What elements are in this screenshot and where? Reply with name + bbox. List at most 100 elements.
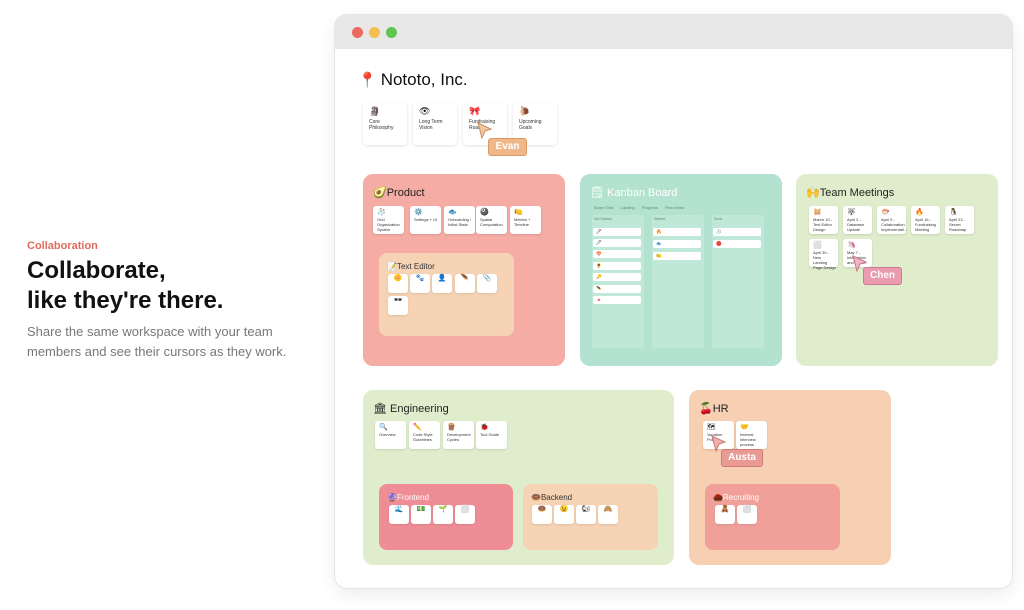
close-window-button[interactable] (352, 27, 363, 38)
section-eyebrow: Collaboration (27, 240, 98, 252)
section-engineering[interactable]: 🏛 Engineering 🔍 Overview ✏️ Code Style Gui… (363, 390, 674, 565)
subsection-title-text: Text Editor (396, 262, 435, 271)
section-kanban-board[interactable]: 🗒 Kanban Board Board Grid Landing Progre… (580, 174, 782, 366)
kanban-item[interactable]: 🍄 (593, 250, 641, 258)
section-hr[interactable]: 🍒HR 🗺 Vacation Policy 🤝 Internal interview… (689, 390, 891, 565)
kanban-column-title: Not Started (594, 217, 612, 221)
kanban-item[interactable]: 🍋 (653, 252, 701, 260)
subsection-recruiting[interactable]: 🌰Recruiting 🧸 ⬜ (705, 484, 840, 550)
note-card-label: Long Term Vision (419, 119, 443, 131)
note-card-label: April 9 - Collaboration Implementati... (881, 217, 908, 232)
mini-card[interactable]: 🐿 (576, 505, 596, 524)
mini-card[interactable]: 😉 (554, 505, 574, 524)
section-title: 🗒 Kanban Board (590, 186, 677, 199)
kanban-tab[interactable]: Plan Ideas (665, 205, 684, 210)
mini-card[interactable]: 💵 (411, 505, 431, 524)
kanban-item[interactable]: 🔥 (653, 228, 701, 236)
note-card-meeting[interactable]: 🔥 April 16 - Fundraising Meeting (911, 206, 940, 234)
zoom-window-button[interactable] (386, 27, 397, 38)
kanban-tab[interactable]: Board Grid (594, 205, 613, 210)
note-card-label: Spatial Computation (480, 217, 503, 227)
mini-card[interactable]: ⬜ (737, 505, 757, 524)
kanban-item[interactable]: 🖊 (593, 239, 641, 247)
subsection-title: 📝Text Editor (387, 262, 435, 271)
section-product[interactable]: 🥑Product 🧦 Grid Organization System ⚙️ Set… (363, 174, 565, 366)
subsection-backend[interactable]: 🍩Backend 🍩 😉 🐿 🙈 (523, 484, 658, 550)
note-card-metrics-timeline[interactable]: 🍋 Metrics + Timeline (510, 206, 541, 234)
mini-card[interactable]: 📎 (477, 274, 497, 293)
subsection-frontend[interactable]: 🔮Frontend 🌊 💵 🌱 ⬜ (379, 484, 513, 550)
note-card-label: Grid Organization System (377, 217, 400, 232)
kanban-tab[interactable]: Progress (642, 205, 658, 210)
note-card-interview-process[interactable]: 🤝 Internal interview process (736, 421, 767, 449)
headline: Collaborate, like they're there. (27, 256, 307, 316)
note-card-tool-guide[interactable]: 🐞 Tool Guide (476, 421, 507, 449)
note-card-grid-organization[interactable]: 🧦 Grid Organization System (373, 206, 404, 234)
moai-icon: 🗿 (369, 106, 381, 116)
note-card-core-philosophy[interactable]: 🗿 Core Philosophy (363, 103, 407, 145)
note-card-meeting[interactable]: 🐧 April 23 - Secret Roadmap (945, 206, 974, 234)
fish-icon: 🐟 (448, 209, 457, 216)
note-card-development-cycles[interactable]: 🪵 Development Cycles (443, 421, 474, 449)
note-card-label: Upcoming Goals (519, 119, 542, 131)
gear-icon: ⚙️ (414, 209, 423, 216)
section-title-text: HR (712, 403, 729, 415)
note-card-spatial-computation[interactable]: 🎱 Spatial Computation (476, 206, 507, 234)
kanban-item[interactable]: 🐟 (653, 240, 701, 248)
section-title: 🙌Team Meetings (806, 186, 894, 199)
kanban-item[interactable]: 🪶 (593, 285, 641, 293)
chen-cursor-tag: Chen (863, 267, 902, 285)
kanban-item[interactable]: 🧦 (713, 228, 761, 236)
fire-icon: 🔥 (915, 209, 924, 216)
magnifier-icon: 🔍 (379, 424, 388, 431)
note-card-code-style[interactable]: ✏️ Code Style Guidelines (409, 421, 440, 449)
kanban-item[interactable]: 🖊 (593, 228, 641, 236)
section-title: 🥑Product (373, 186, 425, 199)
mini-card[interactable]: 🍩 (532, 505, 552, 524)
note-card-label: Tool Guide (480, 432, 500, 437)
blank-icon: ⬜ (813, 242, 822, 249)
log-icon: 🪵 (447, 424, 456, 431)
donut-icon: 🍩 (531, 493, 541, 502)
subsection-title-text: Recruiting (722, 493, 759, 502)
note-card-label: Code Style Guidelines (413, 432, 433, 442)
mini-card[interactable]: 🪶 (455, 274, 475, 293)
note-card-long-term-vision[interactable]: 👁 Long Term Vision (413, 103, 457, 145)
note-card-label: March 10 - Text Editor Design (813, 217, 833, 232)
workspace-title: 📍 Nototo, Inc. (358, 70, 468, 90)
mini-card[interactable]: 🧸 (715, 505, 735, 524)
mini-card[interactable]: 🙈 (598, 505, 618, 524)
note-card-label: Core Philosophy (369, 119, 394, 131)
handshake-icon: 🤝 (740, 424, 749, 431)
note-card-overview[interactable]: 🔍 Overview (375, 421, 406, 449)
kanban-tab[interactable]: Landing (620, 205, 634, 210)
note-card-meeting[interactable]: 🐡 April 9 - Collaboration Implementati... (877, 206, 908, 234)
mini-card[interactable]: 🌊 (389, 505, 409, 524)
mini-card[interactable]: ⬜ (455, 505, 475, 524)
mini-card[interactable]: 🕶 (388, 296, 408, 315)
note-card-meeting[interactable]: 🐺 April 2 - Database Update (843, 206, 872, 234)
mini-card[interactable]: 👤 (432, 274, 452, 293)
note-card-onboarding[interactable]: 🐟 Onboarding / Initial State (444, 206, 475, 234)
chestnut-icon: 🌰 (713, 493, 723, 502)
kanban-item[interactable]: 🌻 (593, 262, 641, 270)
note-card-meeting[interactable]: 🐹 March 10 - Text Editor Design (809, 206, 838, 234)
kanban-item[interactable]: 🔴 (713, 240, 761, 248)
note-card-meeting[interactable]: ⬜ April 30 - New Landing Page Design (809, 239, 838, 270)
minimize-window-button[interactable] (369, 27, 380, 38)
mini-card[interactable]: 🐾 (410, 274, 430, 293)
subsection-title: 🔮Frontend (387, 493, 429, 502)
kanban-item[interactable]: 🔺 (593, 296, 641, 304)
kanban-column-done: Done 🧦 🔴 (712, 215, 764, 348)
ribbon-icon: 🎀 (469, 106, 481, 116)
description: Share the same workspace with your team … (27, 324, 287, 359)
mini-card[interactable]: 🌱 (433, 505, 453, 524)
section-team-meetings[interactable]: 🙌Team Meetings 🐹 March 10 - Text Editor D… (796, 174, 998, 366)
raised-hands-icon: 🙌 (806, 187, 820, 199)
subsection-text-editor[interactable]: 📝Text Editor 🌼 🐾 👤 🪶 📎 🕶 (379, 253, 514, 336)
kanban-item[interactable]: 🔑 (593, 273, 641, 281)
note-card-settings-ui[interactable]: ⚙️ Settings + UI (410, 206, 441, 234)
window-titlebar (335, 15, 1012, 49)
kanban-column-title: Started (654, 217, 666, 221)
mini-card[interactable]: 🌼 (388, 274, 408, 293)
